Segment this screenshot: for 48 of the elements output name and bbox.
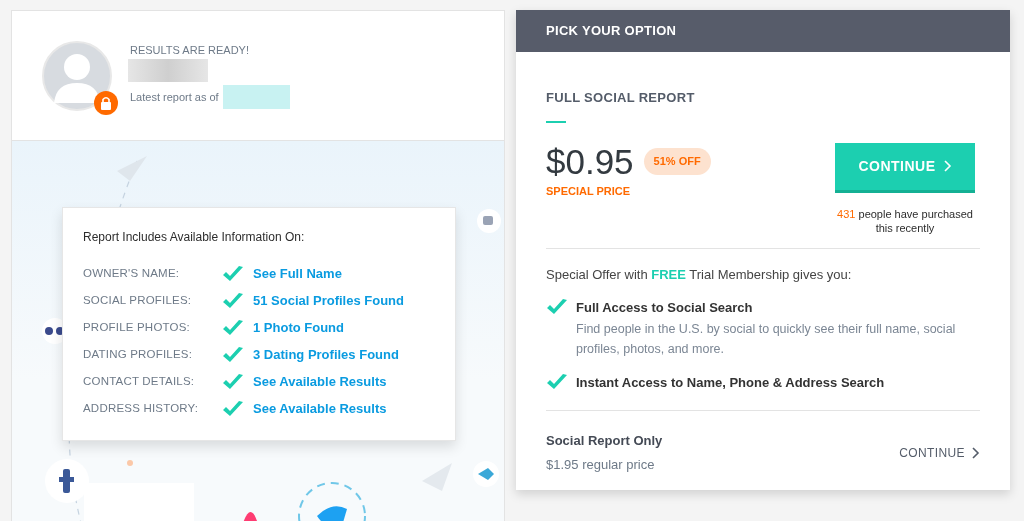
continue-button[interactable]: CONTINUE xyxy=(835,142,975,193)
field-label: OWNER'S NAME: xyxy=(83,265,181,281)
alt-plan-price: $1.95 regular price xyxy=(546,455,656,474)
check-icon xyxy=(546,372,568,391)
special-price-label: SPECIAL PRICE xyxy=(546,183,632,199)
check-icon xyxy=(222,399,244,418)
status-text: RESULTS ARE READY! xyxy=(130,43,250,57)
field-label: DATING PROFILES: xyxy=(83,346,194,362)
field-label: CONTACT DETAILS: xyxy=(83,373,196,389)
result-link[interactable]: 1 Photo Found xyxy=(253,317,344,338)
price-text: $0.95 xyxy=(546,142,634,181)
feature-description: Find people in the U.S. by social to quickly see their full name, social profiles, photos, and more. xyxy=(576,320,957,358)
discount-badge: 51% OFF xyxy=(643,148,711,175)
field-label: SOCIAL PROFILES: xyxy=(83,292,193,308)
redacted-date xyxy=(222,85,290,109)
chevron-icon xyxy=(972,446,980,459)
feature-title: Instant Access to Name, Phone & Address Search xyxy=(576,373,885,392)
report-title: Report Includes Available Information On: xyxy=(83,229,306,246)
check-icon xyxy=(222,264,244,283)
accent-rule xyxy=(546,120,566,123)
result-link[interactable]: See Available Results xyxy=(253,398,387,419)
check-icon xyxy=(222,372,244,391)
avatar-icon xyxy=(42,41,112,111)
purchase-note: 431 people have purchased this recently xyxy=(836,206,974,235)
flame-icon xyxy=(242,512,257,521)
chevron-icon xyxy=(943,160,952,172)
plan-title: FULL SOCIAL REPORT xyxy=(546,89,696,107)
latest-report-label: Latest report as of xyxy=(130,89,219,105)
header-title: PICK YOUR OPTION xyxy=(546,22,677,41)
square-badge-icon xyxy=(477,209,501,233)
result-link[interactable]: See Available Results xyxy=(253,371,387,392)
result-link[interactable]: See Full Name xyxy=(253,263,342,284)
continue-link[interactable]: CONTINUE xyxy=(899,443,980,462)
field-label: ADDRESS HISTORY: xyxy=(83,400,200,416)
feature-title: Full Access to Social Search xyxy=(576,299,754,317)
field-label: PROFILE PHOTOS: xyxy=(83,319,191,335)
paper-plane-icon xyxy=(117,156,147,181)
offer-intro: Special Offer with FREE Trial Membership gives you: xyxy=(546,265,853,284)
result-link[interactable]: 51 Social Profiles Found xyxy=(253,290,404,311)
check-icon xyxy=(546,298,568,316)
dashed-ring xyxy=(298,482,366,521)
check-icon xyxy=(222,291,244,310)
dot-icon xyxy=(127,460,133,466)
result-link[interactable]: 3 Dating Profiles Found xyxy=(253,344,399,365)
alt-plan-title: Social Report Only xyxy=(546,432,663,450)
lock-icon xyxy=(94,91,118,115)
check-icon xyxy=(222,318,244,337)
check-icon xyxy=(222,345,244,364)
